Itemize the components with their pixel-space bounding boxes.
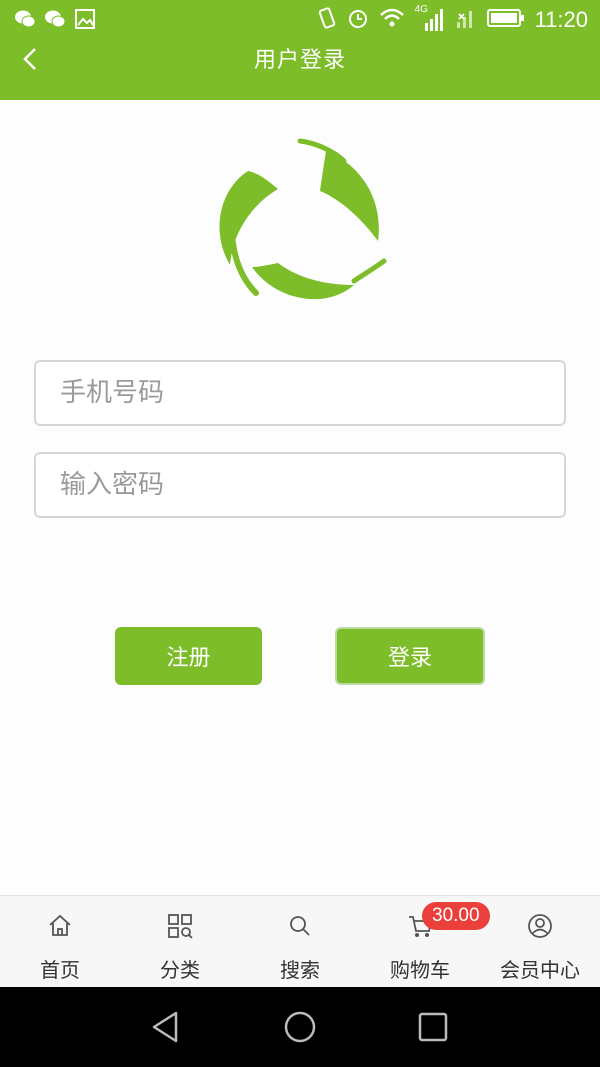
vibrate-icon bbox=[317, 6, 337, 34]
nav-item-cart[interactable]: 30.00 购物车 bbox=[360, 896, 490, 987]
home-icon bbox=[49, 914, 71, 936]
system-nav-bar bbox=[0, 987, 600, 1067]
notification-icons bbox=[14, 8, 96, 30]
wechat-icon bbox=[14, 8, 36, 30]
nav-item-home[interactable]: 首页 bbox=[0, 896, 120, 987]
wifi-icon bbox=[379, 7, 405, 33]
app-screen: 4G 11:20 用户登录 手机号码 注册 登录 首页 分类 搜索 30.00 … bbox=[0, 0, 600, 1067]
nav-label-home: 首页 bbox=[40, 958, 80, 982]
leaf-logo-icon bbox=[219, 138, 387, 300]
battery-icon bbox=[486, 8, 525, 32]
app-logo bbox=[208, 135, 392, 315]
password-input[interactable] bbox=[36, 454, 564, 516]
password-field[interactable] bbox=[34, 452, 566, 518]
nav-item-search[interactable]: 搜索 bbox=[240, 896, 360, 987]
signal-none-icon bbox=[453, 6, 477, 34]
nav-label-member: 会员中心 bbox=[500, 958, 580, 982]
recents-square-icon[interactable] bbox=[413, 1007, 453, 1047]
back-triangle-icon[interactable] bbox=[146, 1007, 186, 1047]
nav-label-category: 分类 bbox=[160, 958, 200, 982]
nav-item-category[interactable]: 分类 bbox=[120, 896, 240, 987]
alarm-icon bbox=[347, 7, 369, 33]
nav-label-cart: 购物车 bbox=[390, 958, 450, 982]
status-bar: 4G 11:20 bbox=[0, 0, 600, 40]
home-circle-icon[interactable] bbox=[280, 1007, 320, 1047]
status-indicators: 4G 11:20 bbox=[317, 4, 588, 34]
page-title: 用户登录 bbox=[253, 48, 346, 73]
member-icon bbox=[528, 914, 552, 938]
nav-label-search: 搜索 bbox=[280, 958, 320, 982]
login-button[interactable]: 登录 bbox=[335, 627, 485, 685]
signal-icon: 4G bbox=[414, 4, 443, 33]
wechat-icon bbox=[44, 8, 66, 30]
title-bar: 用户登录 bbox=[0, 36, 600, 80]
category-icon bbox=[168, 914, 193, 939]
clock-time: 11:20 bbox=[534, 7, 588, 32]
phone-input[interactable] bbox=[36, 362, 564, 424]
bottom-nav: 首页 分类 搜索 30.00 购物车 会员中心 bbox=[0, 895, 600, 987]
network-type-label: 4G bbox=[414, 4, 428, 15]
image-icon bbox=[74, 8, 96, 30]
phone-field[interactable] bbox=[34, 360, 566, 426]
register-button[interactable]: 注册 bbox=[115, 627, 262, 685]
nav-item-member[interactable]: 会员中心 bbox=[480, 896, 600, 987]
search-icon bbox=[290, 916, 310, 936]
header-bar: 4G 11:20 用户登录 bbox=[0, 0, 600, 100]
